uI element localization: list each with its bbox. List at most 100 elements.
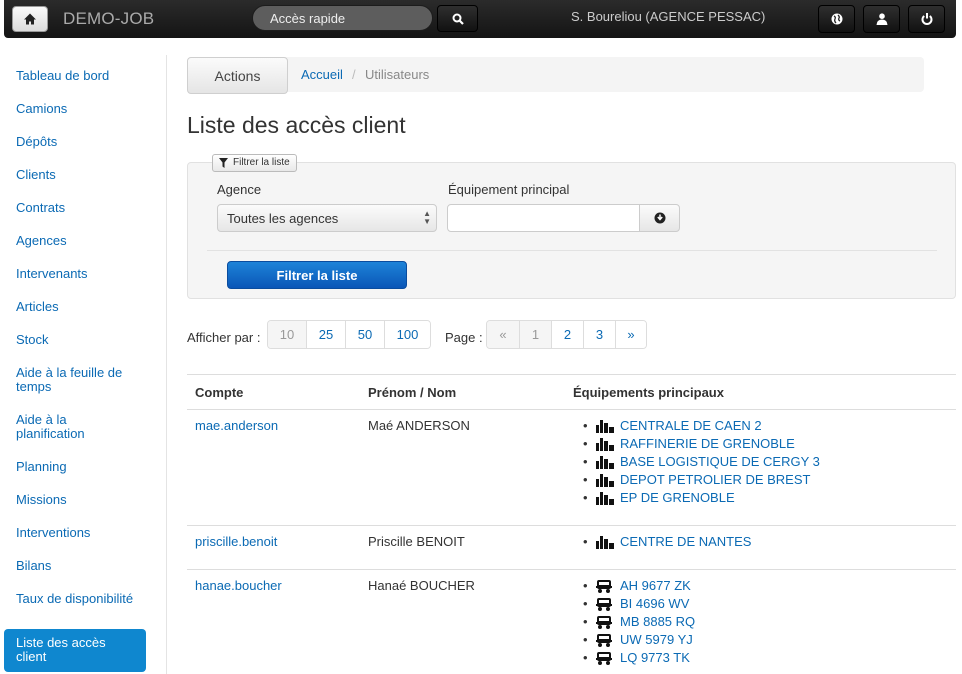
sidebar-item[interactable]: Taux de disponibilité <box>4 589 146 606</box>
header-account: Compte <box>195 385 244 400</box>
sidebar-item[interactable]: Articles <box>4 297 146 314</box>
bullet: • <box>583 614 588 629</box>
profile-button[interactable] <box>863 5 900 33</box>
home-button[interactable] <box>12 6 48 32</box>
pagination: «1 2 3» <box>486 320 647 349</box>
equipment-list: • CENTRE DE NANTES <box>583 533 751 551</box>
account-link[interactable]: priscille.benoit <box>195 534 277 549</box>
per-page-label: Afficher par : <box>187 330 261 345</box>
bullet: • <box>583 596 588 611</box>
sidebar-item[interactable]: Missions <box>4 490 146 507</box>
brand-title[interactable]: DEMO-JOB <box>63 9 154 29</box>
factory-icon <box>596 456 614 469</box>
sidebar-divider <box>166 55 167 674</box>
breadcrumb-separator: / <box>352 67 356 82</box>
header-equipments: Équipements principaux <box>573 385 724 400</box>
list-item: • BI 4696 WV <box>583 595 695 613</box>
equipment-link[interactable]: EP DE GRENOBLE <box>620 490 735 505</box>
equipment-link[interactable]: MB 8885 RQ <box>620 614 695 629</box>
bullet: • <box>583 436 588 451</box>
list-item: • MB 8885 RQ <box>583 613 695 631</box>
page-link[interactable]: 3 <box>583 321 615 348</box>
factory-icon <box>596 474 614 487</box>
sidebar-item[interactable]: Dépôts <box>4 132 146 149</box>
sidebar-item[interactable]: Bilans <box>4 556 146 573</box>
per-page-option[interactable]: 10 <box>268 321 306 348</box>
sidebar-item[interactable]: Camions <box>4 99 146 116</box>
actions-button[interactable]: Actions <box>187 57 288 94</box>
list-item: • CENTRE DE NANTES <box>583 533 751 551</box>
user-name-cell: Priscille BENOIT <box>368 534 465 549</box>
globe-icon <box>831 13 842 25</box>
breadcrumb-home-link[interactable]: Accueil <box>301 67 343 82</box>
truck-icon <box>596 580 612 593</box>
sidebar-item[interactable]: Aide à la planification <box>4 410 146 441</box>
list-item: • UW 5979 YJ <box>583 631 695 649</box>
sidebar-item[interactable]: Tableau de bord <box>4 66 146 83</box>
bullet: • <box>583 632 588 647</box>
filter-submit-button[interactable]: Filtrer la liste <box>227 261 407 289</box>
filter-toggle-button[interactable]: Filtrer la liste <box>212 154 297 172</box>
row-divider <box>187 569 956 570</box>
equipment-link[interactable]: CENTRALE DE CAEN 2 <box>620 418 762 433</box>
per-page-option[interactable]: 25 <box>306 321 345 348</box>
equipment-link[interactable]: BI 4696 WV <box>620 596 689 611</box>
search-button[interactable] <box>437 5 478 32</box>
list-item: • BASE LOGISTIQUE DE CERGY 3 <box>583 453 820 471</box>
per-page-option[interactable]: 50 <box>345 321 384 348</box>
page-link[interactable]: 1 <box>519 321 551 348</box>
equipment-link[interactable]: DEPOT PETROLIER DE BREST <box>620 472 810 487</box>
bullet: • <box>583 454 588 469</box>
account-link[interactable]: mae.anderson <box>195 418 278 433</box>
filter-icon <box>219 158 228 168</box>
truck-icon <box>596 634 612 647</box>
sidebar-item[interactable]: Clients <box>4 165 146 182</box>
top-navbar: DEMO-JOB S. Boureliou (AGENCE PESSAC) <box>4 0 956 38</box>
equipment-link[interactable]: BASE LOGISTIQUE DE CERGY 3 <box>620 454 820 469</box>
account-link[interactable]: hanae.boucher <box>195 578 282 593</box>
page-label: Page : <box>445 330 483 345</box>
equipment-link[interactable]: AH 9677 ZK <box>620 578 691 593</box>
factory-icon <box>596 492 614 505</box>
per-page-option[interactable]: 100 <box>384 321 430 348</box>
equipment-link[interactable]: LQ 9773 TK <box>620 650 690 665</box>
row-divider <box>187 525 956 526</box>
bullet: • <box>583 490 588 505</box>
list-item: • RAFFINERIE DE GRENOBLE <box>583 435 820 453</box>
logout-button[interactable] <box>908 5 945 33</box>
select-arrows-icon: ▲ ▼ <box>423 209 431 226</box>
breadcrumb-current: Utilisateurs <box>365 67 430 82</box>
download-circle-icon <box>654 212 665 224</box>
filter-divider <box>207 250 937 251</box>
per-page-selector: 10 25 50 100 <box>267 320 431 349</box>
list-item: • EP DE GRENOBLE <box>583 489 820 507</box>
page-link[interactable]: « <box>487 321 519 348</box>
user-name-cell: Hanaé BOUCHER <box>368 578 475 593</box>
list-item: • DEPOT PETROLIER DE BREST <box>583 471 820 489</box>
sidebar-item[interactable]: Aide à la feuille de temps <box>4 363 146 394</box>
equipment-link[interactable]: UW 5979 YJ <box>620 632 693 647</box>
page-link[interactable]: 2 <box>551 321 583 348</box>
bullet: • <box>583 418 588 433</box>
language-button[interactable] <box>818 5 855 33</box>
equipment-link[interactable]: CENTRE DE NANTES <box>620 534 751 549</box>
equipment-dropdown-button[interactable] <box>639 204 680 232</box>
factory-icon <box>596 536 614 549</box>
sidebar-item[interactable]: Interventions <box>4 523 146 540</box>
sidebar-item[interactable]: Intervenants <box>4 264 146 281</box>
power-icon <box>921 13 932 25</box>
page-link[interactable]: » <box>615 321 646 348</box>
search-input[interactable] <box>252 5 433 31</box>
equipment-input[interactable] <box>447 204 640 232</box>
agence-select-value: Toutes les agences <box>227 211 339 226</box>
sidebar-item[interactable]: Contrats <box>4 198 146 215</box>
equipment-link[interactable]: RAFFINERIE DE GRENOBLE <box>620 436 795 451</box>
sidebar-item[interactable]: Agences <box>4 231 146 248</box>
agence-select[interactable]: Toutes les agences ▲ ▼ <box>217 204 437 232</box>
user-name: S. Boureliou (AGENCE PESSAC) <box>571 9 766 24</box>
bullet: • <box>583 534 588 549</box>
sidebar-item[interactable]: Stock <box>4 330 146 347</box>
sidebar-item[interactable]: Liste des accès client <box>4 629 146 672</box>
equipment-list: • AH 9677 ZK • BI 4696 WV • MB 8885 RQ • UW 597… <box>583 577 695 667</box>
sidebar-item[interactable]: Planning <box>4 457 146 474</box>
